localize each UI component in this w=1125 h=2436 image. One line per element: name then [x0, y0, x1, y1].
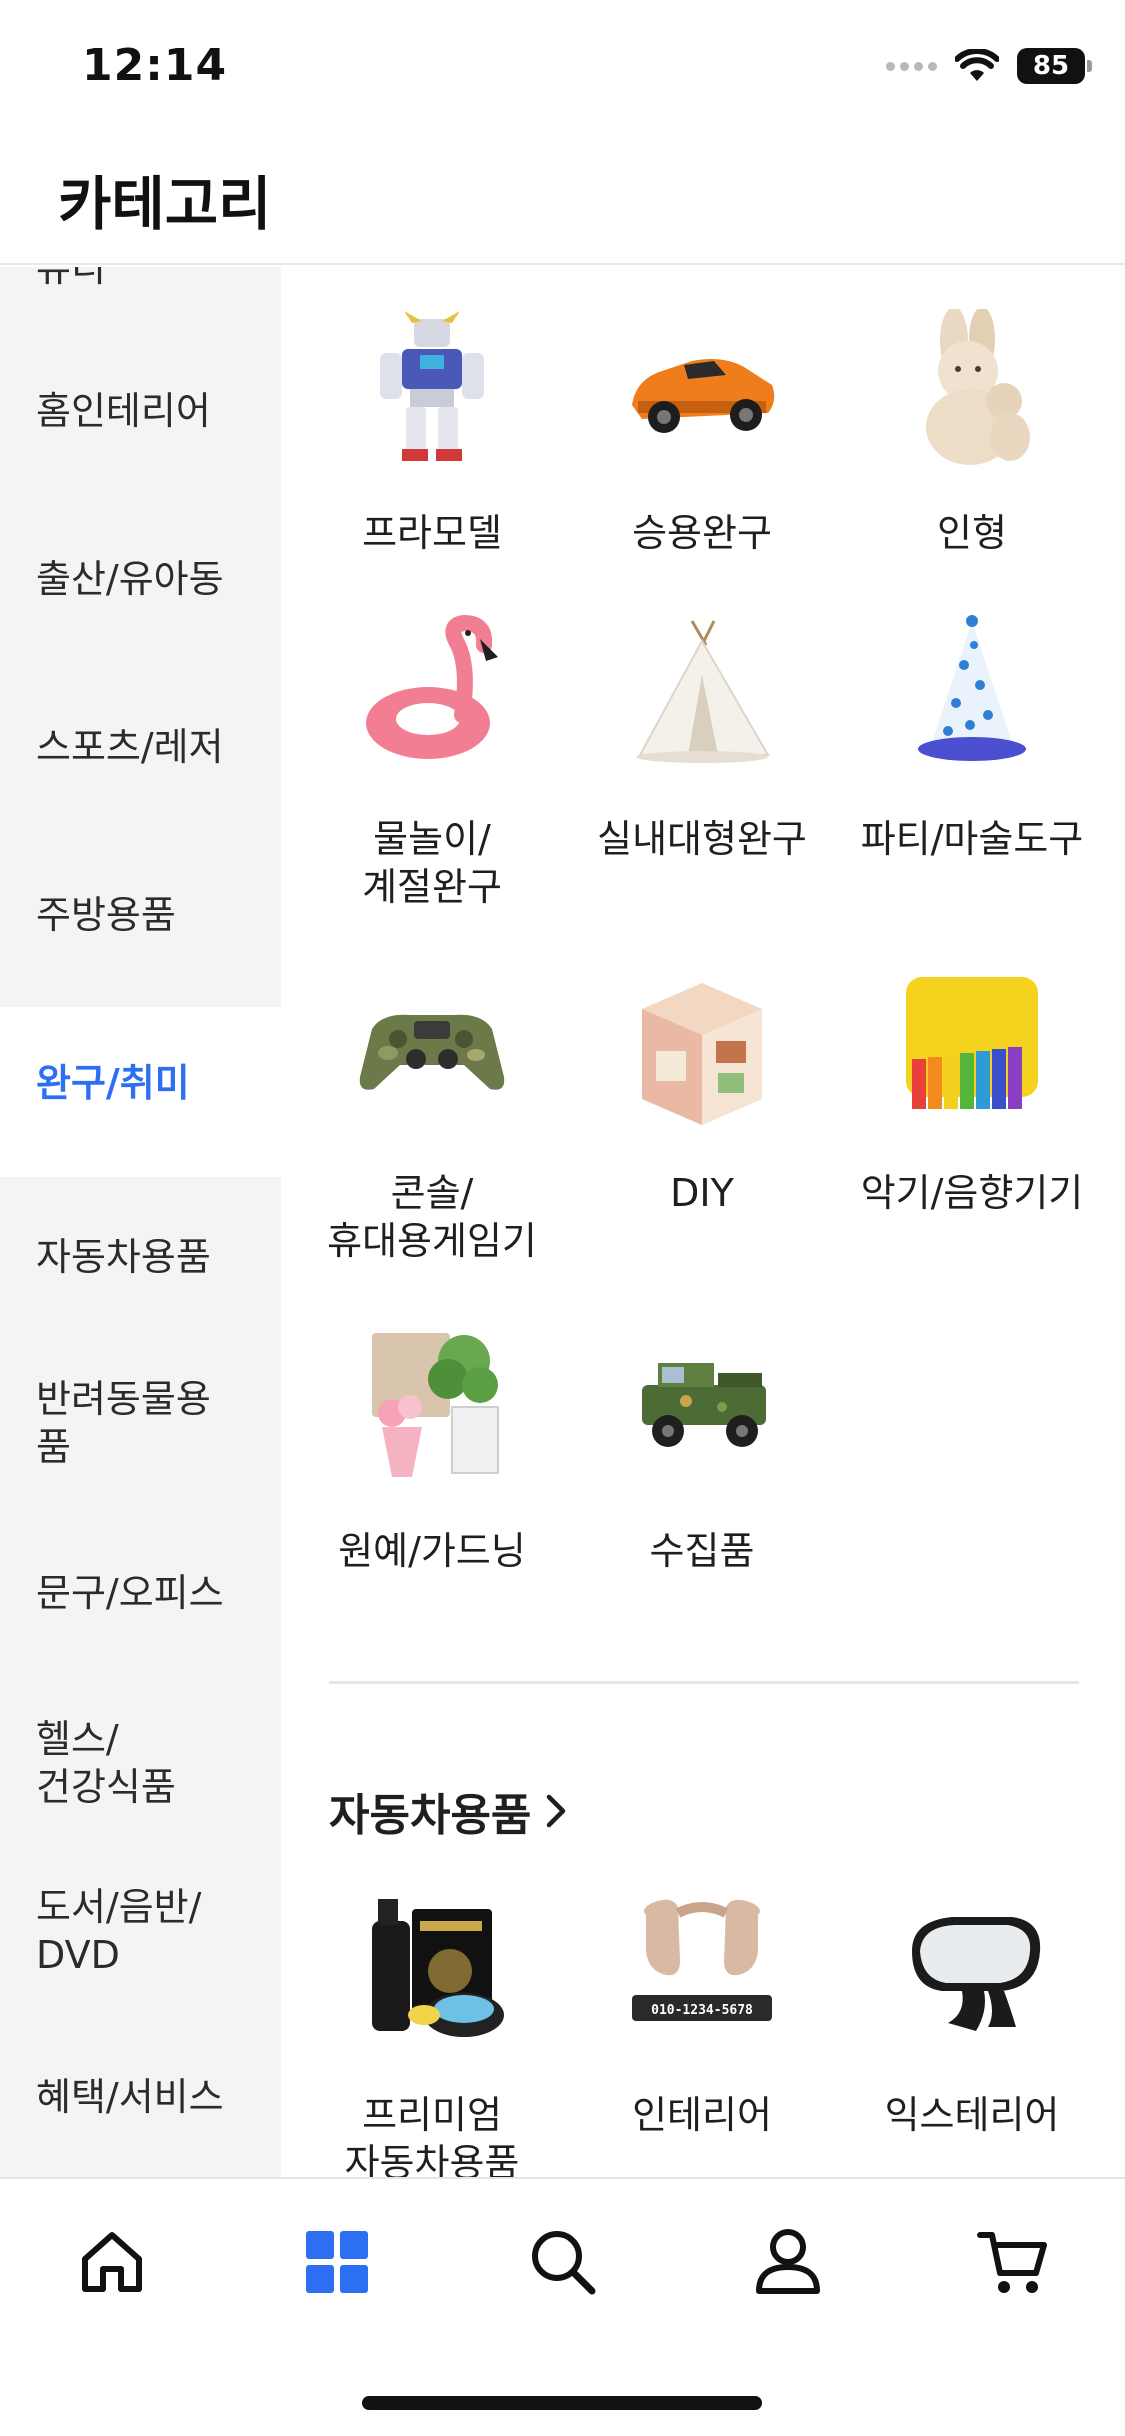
- robot-model-icon: [380, 311, 484, 461]
- party-hat-icon: [918, 615, 1026, 761]
- status-bar: 12:14 85: [0, 0, 1125, 135]
- tile-party-magic[interactable]: 파티/마술도구: [837, 615, 1107, 863]
- section-title-label: 자동차용품: [329, 1790, 532, 1841]
- xylophone-icon: [906, 977, 1038, 1109]
- cart-icon: [977, 2232, 1047, 2293]
- section-title-automotive[interactable]: 자동차용품: [329, 1779, 571, 1843]
- tile-indoor-large-toys[interactable]: 실내대형완구: [567, 615, 837, 863]
- tab-home[interactable]: [57, 2217, 167, 2307]
- status-time: 12:14: [82, 40, 228, 91]
- category-sidebar[interactable]: 뷰티 홈인테리어 출산/유아동 스포츠/레저 주방용품 완구/취미 자동차용품 …: [0, 267, 281, 2177]
- battery-icon: 85: [1017, 48, 1092, 84]
- user-icon: [756, 2229, 820, 2294]
- tile-console-handheld[interactable]: 콘솔/ 휴대용게임기: [297, 969, 567, 1265]
- tile-label: 승용완구: [632, 511, 772, 555]
- sidebar-item-health-food[interactable]: 헬스/ 건강식품: [0, 1715, 281, 1811]
- sidebar-item-pet-supplies[interactable]: 반려동물용품: [0, 1375, 230, 1471]
- home-icon: [82, 2232, 142, 2292]
- tile-gardening[interactable]: 원예/가드닝: [297, 1327, 567, 1575]
- tile-auto-exterior[interactable]: 익스테리어: [837, 1891, 1107, 2139]
- tile-water-seasonal-toys[interactable]: 물놀이/ 계절완구: [297, 615, 567, 911]
- sidebar-item-baby-kids[interactable]: 출산/유아동: [0, 555, 281, 603]
- sidebar-item-home-interior[interactable]: 홈인테리어: [0, 387, 281, 435]
- tile-label: 익스테리어: [884, 2093, 1060, 2137]
- tile-instruments-audio[interactable]: 악기/음향기기: [837, 969, 1107, 1217]
- sidebar-item-automotive[interactable]: 자동차용품: [0, 1233, 281, 1281]
- tile-ride-on-toys[interactable]: 승용완구: [567, 309, 837, 557]
- sidebar-item-toys-hobby[interactable]: 완구/취미: [0, 1007, 281, 1177]
- tile-dolls[interactable]: 인형: [837, 309, 1107, 557]
- cellular-signal-icon: [886, 61, 937, 71]
- tab-search[interactable]: [508, 2217, 618, 2307]
- tile-auto-interior[interactable]: 010-1234-5678 인테리어: [567, 1891, 837, 2139]
- tab-my-page[interactable]: [733, 2217, 843, 2307]
- page-title: 카테고리: [58, 170, 272, 238]
- tile-label: 콘솔/ 휴대용게임기: [327, 1171, 537, 1263]
- sidebar-item-stationery-office[interactable]: 문구/오피스: [0, 1569, 281, 1617]
- chevron-right-icon: [547, 1794, 566, 1828]
- gamepad-icon: [359, 1014, 505, 1090]
- search-icon: [532, 2231, 596, 2295]
- tile-collectibles[interactable]: 수집품: [567, 1327, 837, 1575]
- home-indicator: [362, 2396, 762, 2410]
- tile-label: 프리미엄 자동차용품: [344, 2093, 520, 2177]
- sidebar-item-cutoff[interactable]: 뷰티: [36, 267, 106, 292]
- tile-label: 악기/음향기기: [860, 1171, 1084, 1215]
- tile-label: 원예/가드닝: [338, 1529, 526, 1573]
- tile-label: 물놀이/ 계절완구: [362, 817, 502, 909]
- tile-premium-auto[interactable]: 프리미엄 자동차용품: [297, 1891, 567, 2177]
- category-content: 프라모델 승용완구 인형 물놀이/ 계절완구 실내대형완구 파티/마술도구 콘솔…: [281, 267, 1125, 2177]
- teepee-tent-icon: [636, 620, 770, 763]
- miniature-room-icon: [642, 983, 762, 1125]
- flower-plant-icon: [372, 1333, 499, 1477]
- plush-bunny-icon: [926, 309, 1030, 465]
- tile-plastic-model[interactable]: 프라모델: [297, 309, 567, 557]
- sidebar-item-kitchen[interactable]: 주방용품: [0, 891, 281, 939]
- sidebar-item-books-music-dvd[interactable]: 도서/음반/ DVD: [0, 1883, 281, 1979]
- tile-label: 파티/마술도구: [860, 817, 1084, 861]
- tab-cart[interactable]: [958, 2217, 1068, 2307]
- tile-diy[interactable]: DIY: [567, 969, 837, 1217]
- tile-label: 인형: [937, 511, 1007, 555]
- tile-label: 인테리어: [632, 2093, 772, 2137]
- car-care-kit-icon: [372, 1899, 504, 2037]
- header: 카테고리: [0, 135, 1125, 265]
- ride-on-car-icon: [632, 359, 775, 433]
- tab-category[interactable]: [282, 2217, 392, 2307]
- sidebar-item-sports-leisure[interactable]: 스포츠/레저: [0, 723, 281, 771]
- tile-label: 실내대형완구: [597, 817, 807, 861]
- grid-icon: [306, 2231, 368, 2293]
- status-indicators: 85: [886, 48, 1092, 84]
- sidebar-item-benefits-services[interactable]: 혜택/서비스: [0, 2073, 281, 2121]
- tile-label: DIY: [670, 1171, 734, 1215]
- wifi-icon: [955, 49, 999, 81]
- tile-label: 수집품: [649, 1529, 755, 1573]
- toy-jeep-icon: [642, 1363, 766, 1447]
- plate-number-text: 010-1234-5678: [651, 2003, 753, 2018]
- section-divider: [329, 1681, 1079, 1684]
- side-mirror-icon: [912, 1917, 1041, 2031]
- tile-label: 프라모델: [362, 511, 502, 555]
- headrest-pillow-icon: 010-1234-5678: [632, 1899, 772, 2021]
- flamingo-float-icon: [366, 615, 498, 759]
